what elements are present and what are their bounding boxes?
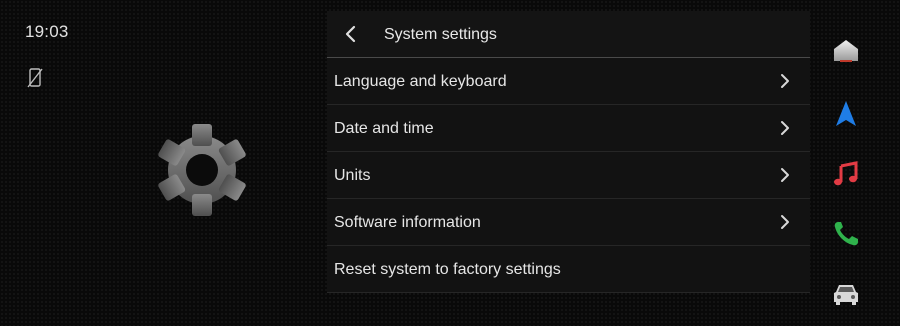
panel-header: System settings xyxy=(327,11,810,58)
chevron-right-icon xyxy=(781,215,789,229)
system-settings-panel: System settings Language and keyboard Da… xyxy=(327,11,810,296)
settings-list: Language and keyboard Date and time Unit… xyxy=(327,58,810,293)
navigation-icon[interactable] xyxy=(830,98,862,130)
clock: 19:03 xyxy=(25,22,69,41)
back-chevron-icon[interactable] xyxy=(339,22,363,46)
music-icon[interactable] xyxy=(830,158,862,190)
list-item-label: Reset system to factory settings xyxy=(334,261,561,278)
list-item-label: Software information xyxy=(334,214,481,231)
list-item-label: Units xyxy=(334,167,371,184)
chevron-right-icon xyxy=(781,74,789,88)
list-item-units[interactable]: Units xyxy=(327,152,810,199)
list-item-software-information[interactable]: Software information xyxy=(327,199,810,246)
phone-disconnected-icon xyxy=(27,68,43,88)
list-item-date-time[interactable]: Date and time xyxy=(327,105,810,152)
app-dock xyxy=(820,20,880,320)
list-item-language-keyboard[interactable]: Language and keyboard xyxy=(327,58,810,105)
chevron-right-icon xyxy=(781,168,789,182)
home-icon[interactable] xyxy=(830,35,862,67)
list-item-label: Date and time xyxy=(334,120,434,137)
list-item-factory-reset[interactable]: Reset system to factory settings xyxy=(327,246,810,293)
list-item-label: Language and keyboard xyxy=(334,73,507,90)
gear-icon xyxy=(158,124,246,216)
page-title: System settings xyxy=(384,26,497,43)
chevron-right-icon xyxy=(781,121,789,135)
phone-icon[interactable] xyxy=(830,218,862,250)
car-icon[interactable] xyxy=(830,278,862,310)
